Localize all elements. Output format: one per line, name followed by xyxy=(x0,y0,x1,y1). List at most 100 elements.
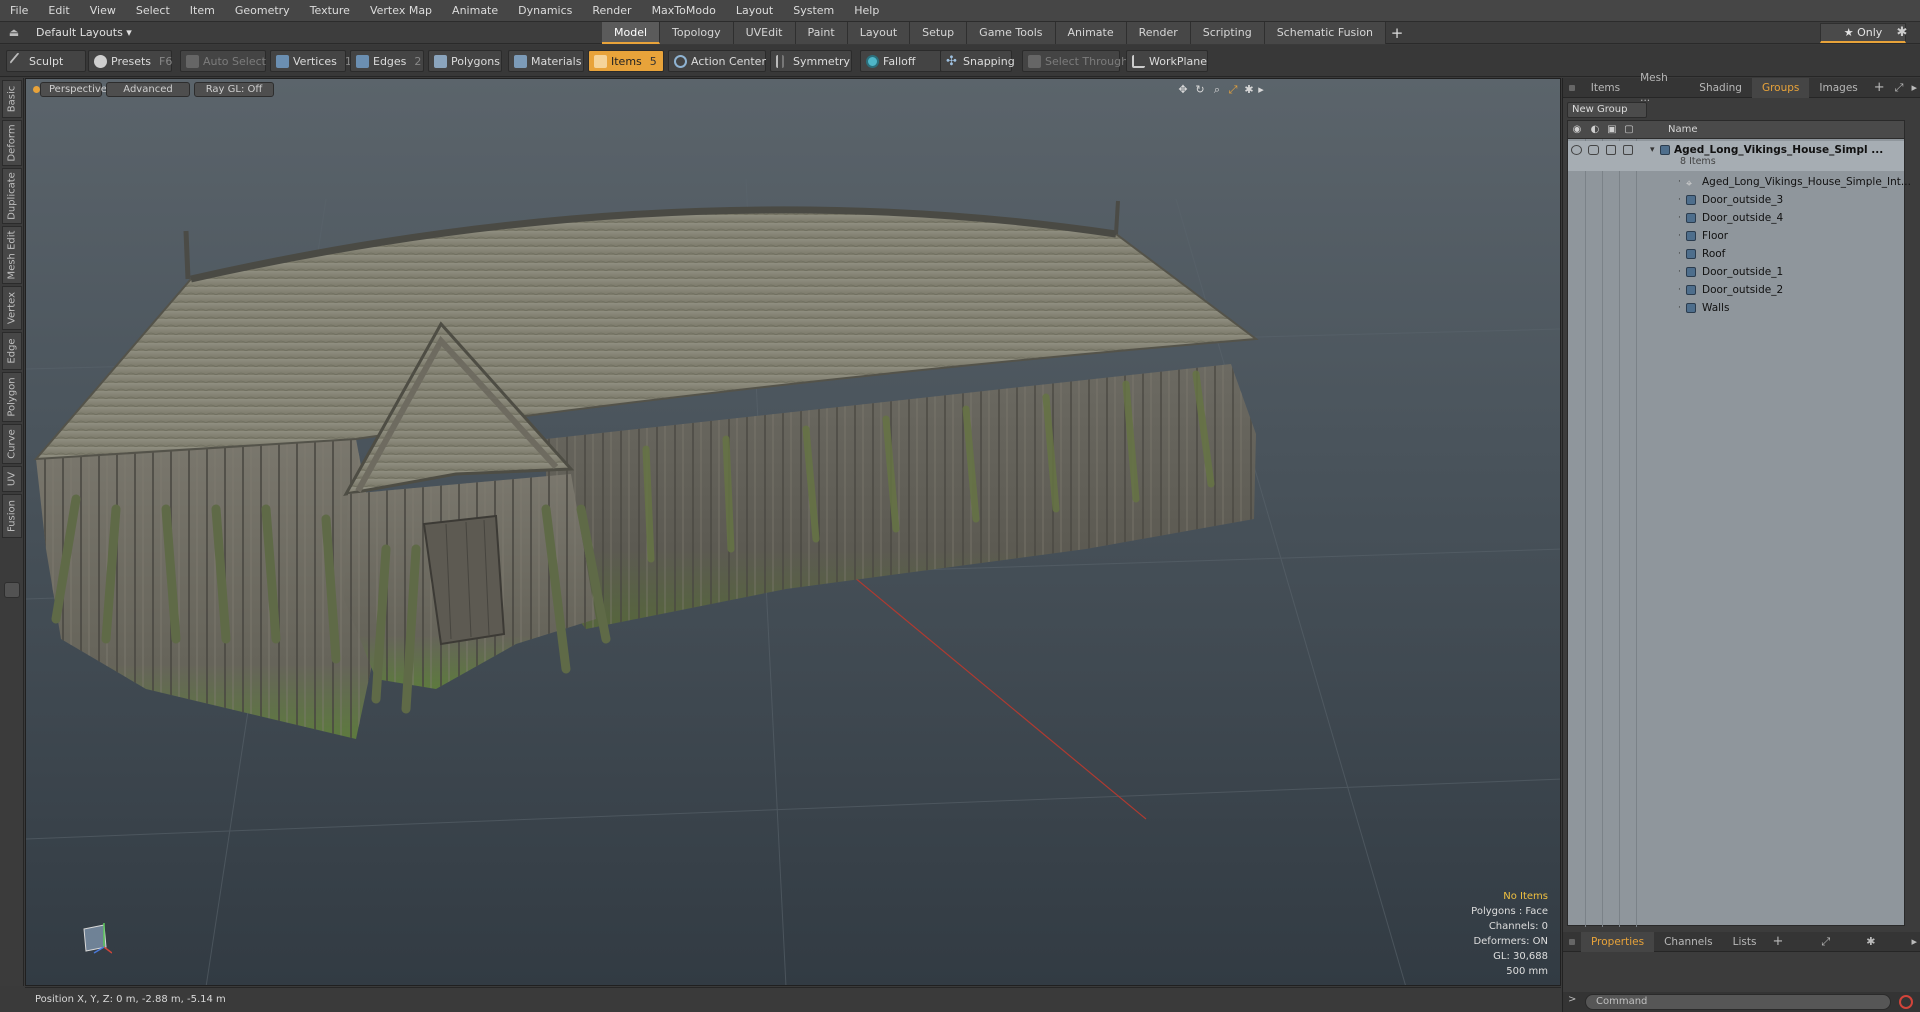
group-row-child[interactable]: · Door_outside_1 xyxy=(1568,263,1904,281)
layout-tab-render[interactable]: Render xyxy=(1126,22,1191,44)
group-row-child[interactable]: · Door_outside_4 xyxy=(1568,209,1904,227)
action-center-button[interactable]: Action Center xyxy=(668,50,766,72)
command-history-icon[interactable]: > xyxy=(1568,994,1576,1005)
menu-layout[interactable]: Layout xyxy=(726,0,783,22)
lock-toggle[interactable] xyxy=(1606,145,1616,155)
render-column-icon[interactable]: ◐ xyxy=(1588,123,1602,137)
tab-duplicate[interactable]: Duplicate xyxy=(2,168,22,224)
shading-button[interactable]: Advanced xyxy=(106,82,190,97)
viewport-menu-icon[interactable]: ▸ xyxy=(1254,83,1268,96)
panel-menu-icon[interactable]: ▸ xyxy=(1907,935,1920,948)
auto-select-button[interactable]: Auto Select xyxy=(180,50,266,72)
falloff-button[interactable]: Falloff xyxy=(860,50,942,72)
snapping-button[interactable]: ✣ Snapping xyxy=(940,50,1015,72)
tab-edge[interactable]: Edge xyxy=(2,332,22,370)
expand-panel-icon[interactable]: ⤢ xyxy=(1891,81,1908,95)
tab-properties[interactable]: Properties xyxy=(1581,931,1655,952)
record-icon[interactable] xyxy=(1899,995,1913,1009)
materials-button[interactable]: Materials xyxy=(508,50,584,72)
presets-button[interactable]: Presets F6 xyxy=(88,50,172,72)
tab-fusion[interactable]: Fusion xyxy=(2,494,22,538)
tab-mesh-edit[interactable]: Mesh Edit xyxy=(2,226,22,284)
menu-file[interactable]: File xyxy=(0,0,38,22)
layout-tab-paint[interactable]: Paint xyxy=(795,22,848,44)
menu-item[interactable]: Item xyxy=(180,0,225,22)
tab-groups[interactable]: Groups xyxy=(1751,77,1810,98)
menu-render[interactable]: Render xyxy=(582,0,641,22)
move-view-icon[interactable]: ✥ xyxy=(1176,83,1190,96)
tab-deform[interactable]: Deform xyxy=(2,120,22,166)
menu-texture[interactable]: Texture xyxy=(300,0,360,22)
group-row-root[interactable]: ▾ Aged_Long_Vikings_House_Simpl ... 8 It… xyxy=(1568,141,1904,171)
layout-tab-model[interactable]: Model xyxy=(602,22,661,44)
visibility-toggle-icon[interactable] xyxy=(1571,145,1582,155)
menu-help[interactable]: Help xyxy=(844,0,889,22)
zoom-view-icon[interactable]: ⌕ xyxy=(1210,83,1224,96)
tab-curve[interactable]: Curve xyxy=(2,424,22,464)
tab-uv[interactable]: UV xyxy=(2,466,22,492)
tab-vertex[interactable]: Vertex xyxy=(2,286,22,330)
tab-basic[interactable]: Basic xyxy=(2,80,22,118)
tab-channels[interactable]: Channels xyxy=(1654,932,1723,952)
fit-view-icon[interactable]: ⤢ xyxy=(1226,83,1240,96)
tab-polygon[interactable]: Polygon xyxy=(2,372,22,422)
add-tab-button[interactable]: + xyxy=(1766,934,1789,949)
layout-tab-scripting[interactable]: Scripting xyxy=(1190,22,1265,44)
add-layout-tab-button[interactable]: + xyxy=(1386,22,1408,44)
workplane-button[interactable]: WorkPlane xyxy=(1126,50,1208,72)
layout-tab-animate[interactable]: Animate xyxy=(1055,22,1127,44)
symmetry-button[interactable]: Symmetry xyxy=(770,50,852,72)
layout-tab-uvedit[interactable]: UVEdit xyxy=(733,22,796,44)
items-button[interactable]: Items 5 xyxy=(588,50,664,72)
lock-column-icon[interactable]: ▣ xyxy=(1605,123,1619,137)
menu-vertex-map[interactable]: Vertex Map xyxy=(360,0,442,22)
tab-images[interactable]: Images xyxy=(1809,78,1867,98)
visibility-column-icon[interactable]: ◉ xyxy=(1570,123,1584,137)
3d-viewport[interactable]: Perspective Advanced Ray GL: Off ✥ ↻ ⌕ ⤢… xyxy=(25,78,1561,986)
select-column-icon[interactable]: ▢ xyxy=(1622,123,1636,137)
layout-select[interactable]: Default Layouts ▾ xyxy=(32,25,136,41)
gear-icon[interactable]: ✱ xyxy=(1894,25,1910,41)
layout-tab-schematic-fusion[interactable]: Schematic Fusion xyxy=(1264,22,1387,44)
gear-icon[interactable]: ✱ xyxy=(1862,935,1879,948)
panel-menu-icon[interactable]: ▸ xyxy=(1907,81,1920,94)
panel-toggle-button[interactable] xyxy=(4,582,20,598)
layout-tab-game-tools[interactable]: Game Tools xyxy=(967,22,1056,44)
tab-items[interactable]: Items xyxy=(1581,78,1630,98)
vertices-button[interactable]: Vertices 1 xyxy=(270,50,352,72)
expand-panel-icon[interactable]: ⤢ xyxy=(1817,935,1834,949)
render-toggle-icon[interactable] xyxy=(1588,145,1599,155)
rotate-view-icon[interactable]: ↻ xyxy=(1193,83,1207,96)
name-column-header[interactable]: Name xyxy=(1668,121,1698,139)
menu-edit[interactable]: Edit xyxy=(38,0,79,22)
select-toggle[interactable] xyxy=(1623,145,1633,155)
new-group-button[interactable]: New Group xyxy=(1567,102,1647,118)
group-row-child[interactable]: · Door_outside_3 xyxy=(1568,191,1904,209)
group-row-child[interactable]: · Walls xyxy=(1568,299,1904,317)
group-row-child[interactable]: · Door_outside_2 xyxy=(1568,281,1904,299)
group-row-child[interactable]: · Floor xyxy=(1568,227,1904,245)
edges-button[interactable]: Edges 2 xyxy=(350,50,424,72)
menu-dynamics[interactable]: Dynamics xyxy=(508,0,582,22)
layout-tab-setup[interactable]: Setup xyxy=(910,22,968,44)
view-mode-button[interactable]: Perspective xyxy=(40,82,107,97)
collapse-arrow-icon[interactable]: ▾ xyxy=(1650,141,1655,159)
command-input[interactable]: Command xyxy=(1585,994,1891,1010)
menu-maxtomodo[interactable]: MaxToModo xyxy=(642,0,726,22)
menu-animate[interactable]: Animate xyxy=(442,0,508,22)
viewport-scene[interactable] xyxy=(26,79,1561,986)
tab-lists[interactable]: Lists xyxy=(1723,932,1767,952)
layout-tab-topology[interactable]: Topology xyxy=(660,22,734,44)
polygons-button[interactable]: Polygons xyxy=(428,50,502,72)
layout-home-icon[interactable]: ⏏ xyxy=(6,25,22,41)
tab-shading[interactable]: Shading xyxy=(1689,78,1752,98)
layout-tab-layout[interactable]: Layout xyxy=(847,22,911,44)
menu-view[interactable]: View xyxy=(80,0,126,22)
menu-select[interactable]: Select xyxy=(126,0,180,22)
menu-system[interactable]: System xyxy=(783,0,844,22)
menu-geometry[interactable]: Geometry xyxy=(225,0,300,22)
group-row-child[interactable]: · ⌖ Aged_Long_Vikings_House_Simple_Int..… xyxy=(1568,173,1911,191)
group-row-child[interactable]: · Roof xyxy=(1568,245,1904,263)
raygl-button[interactable]: Ray GL: Off xyxy=(194,82,274,97)
sculpt-button[interactable]: Sculpt xyxy=(6,50,86,72)
